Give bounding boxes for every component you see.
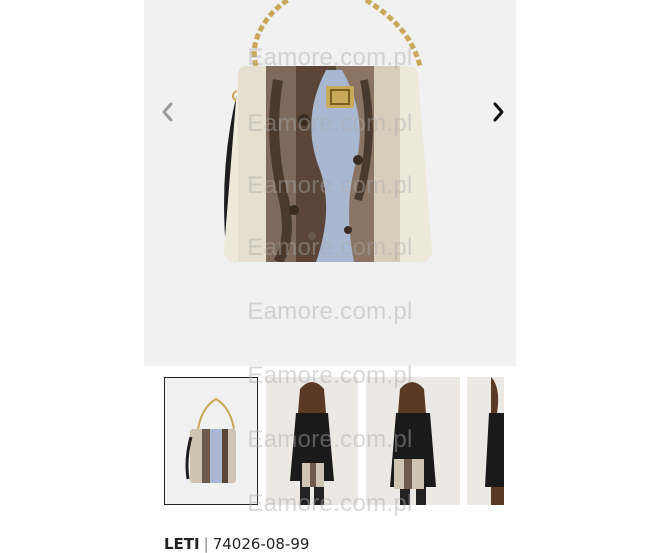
- thumbnail-bag-front[interactable]: [164, 377, 258, 505]
- thumbnail-model-1[interactable]: [266, 377, 358, 505]
- gallery-next-button[interactable]: [484, 92, 514, 132]
- thumbnail-strip: [164, 377, 504, 507]
- thumbnail-model-2[interactable]: [366, 377, 460, 505]
- model-photo-1: [266, 377, 358, 505]
- model-photo-2: [366, 377, 460, 505]
- chevron-right-icon: [493, 102, 504, 122]
- thumbnail-model-3[interactable]: [467, 377, 504, 505]
- product-name: LETI: [164, 535, 200, 553]
- product-separator: |: [203, 535, 209, 553]
- product-title: LETI | 74026-08-99: [164, 535, 309, 553]
- gallery-prev-button[interactable]: [152, 92, 182, 132]
- bag-thumbnail-image: [185, 397, 236, 483]
- chevron-left-icon: [162, 102, 173, 122]
- product-main-image[interactable]: [144, 0, 516, 366]
- model-photo-3: [467, 377, 504, 505]
- product-code: 74026-08-99: [212, 535, 310, 553]
- bag-illustration: [224, 0, 432, 262]
